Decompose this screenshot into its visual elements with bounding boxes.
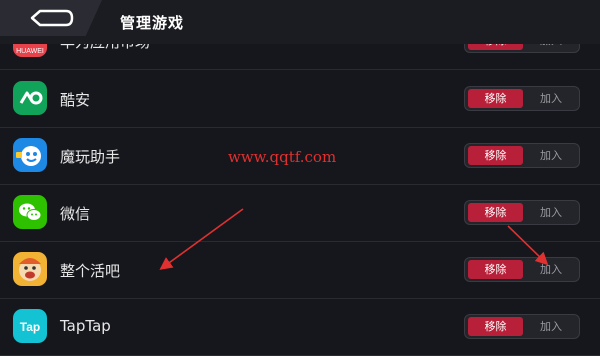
manage-toggle: 移除 加入 [464, 200, 580, 225]
add-button[interactable]: 加入 [525, 260, 577, 279]
wechat-icon [13, 195, 47, 229]
remove-button[interactable]: 移除 [468, 260, 523, 279]
app-name: 整个活吧 [60, 262, 121, 280]
manage-toggle: 移除 加入 [464, 143, 580, 168]
svg-text:HUAWEI: HUAWEI [16, 48, 44, 55]
app-name: 微信 [60, 205, 91, 223]
add-button[interactable]: 加入 [525, 317, 577, 336]
app-name: 魔玩助手 [60, 148, 121, 166]
watermark-text: www.qqtf.com [228, 148, 337, 166]
remove-button[interactable]: 移除 [468, 146, 523, 165]
remove-button[interactable]: 移除 [468, 203, 523, 222]
remove-button[interactable]: 移除 [468, 317, 523, 336]
list-item: Tap TapTap 移除 加入 [0, 298, 600, 356]
list-item: 微信 移除 加入 [0, 184, 600, 242]
mowan-icon [13, 138, 47, 172]
header-bar: 管理游戏 [0, 0, 600, 44]
remove-button[interactable]: 移除 [468, 89, 523, 108]
svg-text:Tap: Tap [20, 320, 40, 334]
app-name: 酷安 [60, 91, 91, 109]
game-list: HUAWEI 华为应用市场 移除 加入 酷安 移除 加入 魔玩 [0, 0, 600, 356]
manage-toggle: 移除 加入 [464, 257, 580, 282]
page-title: 管理游戏 [120, 14, 185, 32]
add-button[interactable]: 加入 [525, 146, 577, 165]
zhenggehuoba-icon [13, 252, 47, 286]
back-button[interactable] [0, 0, 102, 36]
add-button[interactable]: 加入 [525, 203, 577, 222]
list-item: 酷安 移除 加入 [0, 70, 600, 128]
back-arrow-icon [30, 9, 74, 27]
coolapk-icon [13, 81, 47, 115]
add-button[interactable]: 加入 [525, 89, 577, 108]
app-name: TapTap [60, 317, 111, 335]
manage-toggle: 移除 加入 [464, 314, 580, 339]
list-item: 整个活吧 移除 加入 [0, 241, 600, 299]
manage-toggle: 移除 加入 [464, 86, 580, 111]
